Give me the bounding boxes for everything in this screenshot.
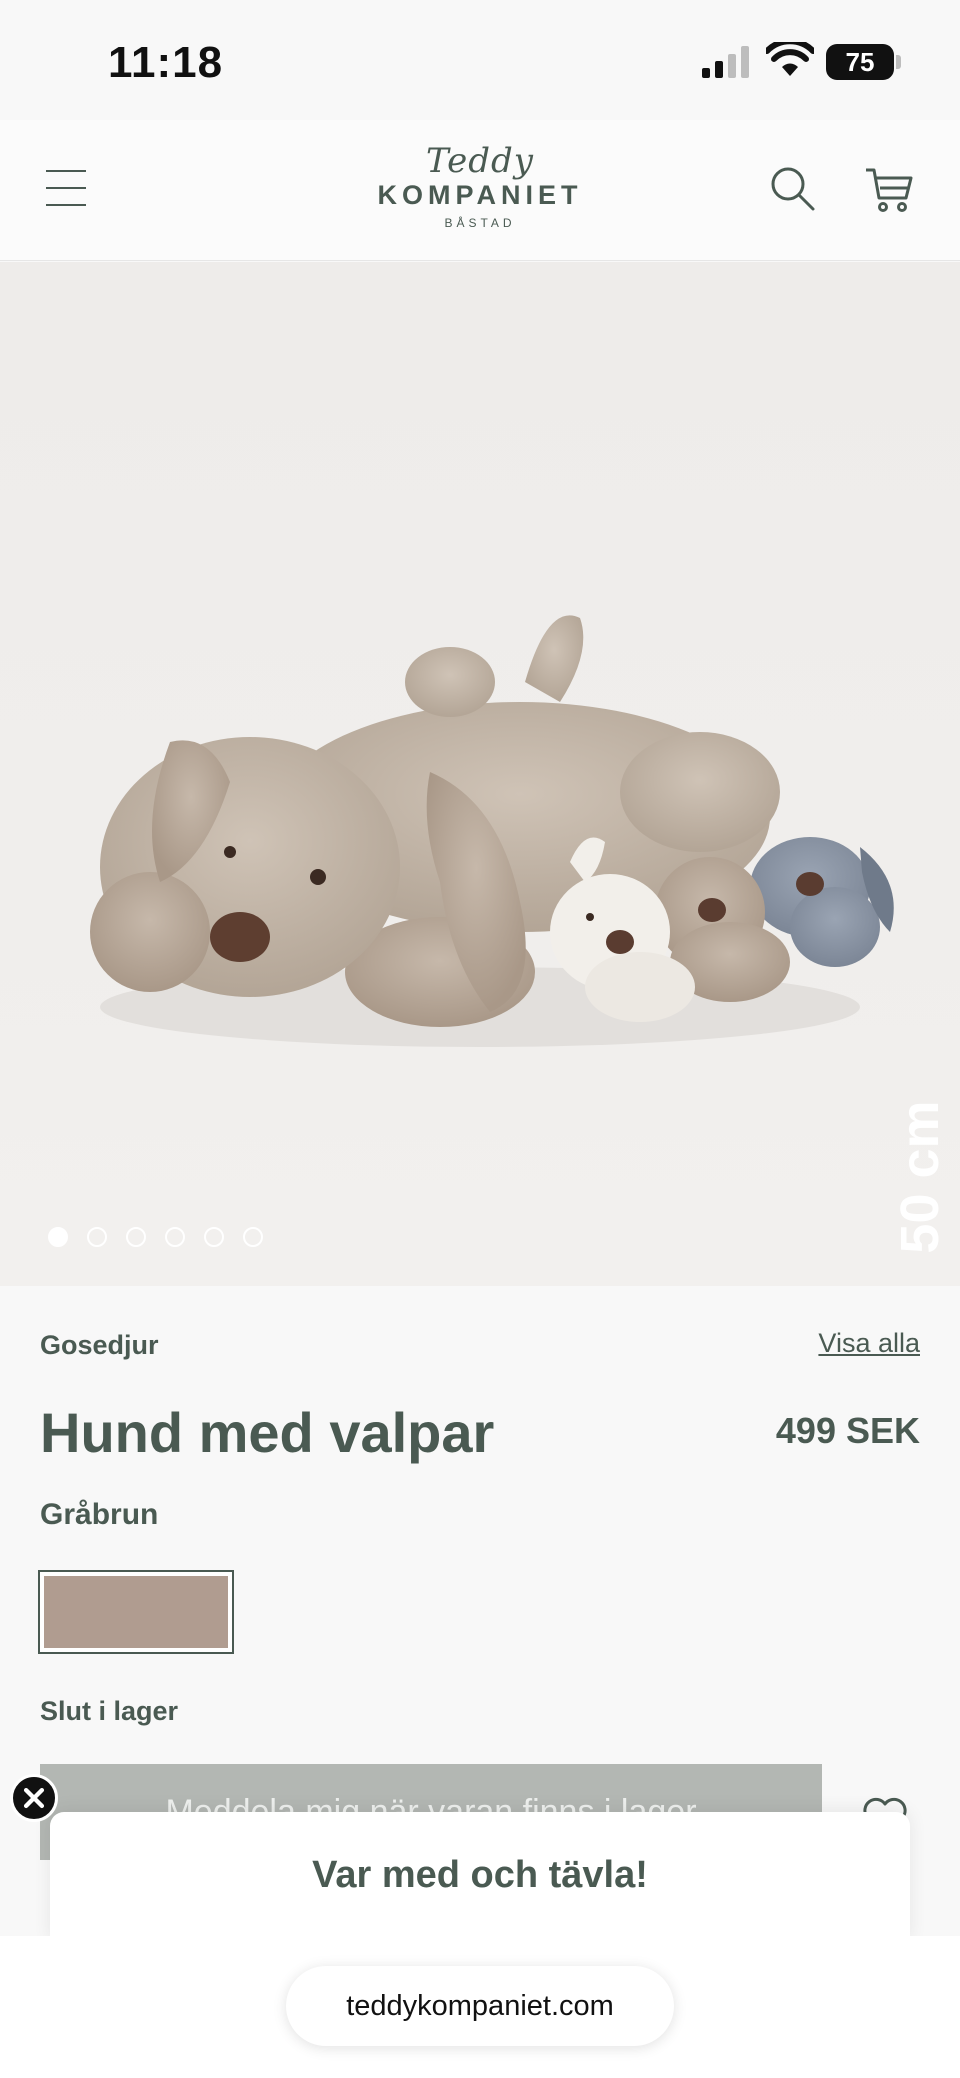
battery-tip — [896, 55, 901, 69]
cart-icon[interactable] — [864, 164, 914, 214]
popup-title[interactable]: Var med och tävla! — [50, 1854, 910, 1897]
browser-bar: teddykompaniet.com — [0, 1936, 960, 2078]
status-bar: 11:18 75 — [0, 0, 960, 120]
gallery-dot[interactable] — [126, 1227, 146, 1247]
selected-color-name: Gråbrun — [40, 1498, 159, 1531]
menu-icon[interactable] — [46, 170, 86, 206]
product-image — [90, 615, 894, 1047]
signal-icon — [702, 46, 749, 78]
gallery-dot[interactable] — [204, 1227, 224, 1247]
logo-script: Teddy — [426, 141, 534, 181]
status-time: 11:18 — [108, 38, 224, 87]
contest-popup[interactable]: Var med och tävla! — [50, 1812, 910, 1942]
view-all-link[interactable]: Visa alla — [818, 1328, 920, 1359]
size-label: 50 cm — [890, 1100, 950, 1254]
logo-sub: BÅSTAD — [444, 216, 516, 230]
site-logo[interactable]: Teddy KOMPANIET BÅSTAD — [360, 142, 600, 242]
search-icon[interactable] — [770, 166, 816, 212]
gallery-dot[interactable] — [243, 1227, 263, 1247]
wifi-icon — [766, 42, 814, 76]
product-image-gallery[interactable]: 50 cm — [0, 262, 960, 1286]
product-category[interactable]: Gosedjur — [40, 1330, 159, 1361]
gallery-dot[interactable] — [165, 1227, 185, 1247]
stock-status: Slut i lager — [40, 1696, 179, 1726]
battery-level: 75 — [845, 47, 875, 77]
close-icon[interactable] — [10, 1774, 58, 1822]
product-title: Hund med valpar — [40, 1401, 495, 1464]
site-header: Teddy KOMPANIET BÅSTAD — [0, 120, 960, 261]
logo-main: KOMPANIET — [377, 180, 583, 210]
gallery-pagination[interactable] — [48, 1227, 282, 1249]
gallery-dot[interactable] — [48, 1227, 68, 1247]
product-price: 499 SEK — [775, 1410, 920, 1451]
swatch-fill — [44, 1576, 228, 1648]
gallery-dot[interactable] — [87, 1227, 107, 1247]
url-bar[interactable]: teddykompaniet.com — [286, 1966, 674, 2046]
color-swatch[interactable] — [38, 1570, 234, 1654]
